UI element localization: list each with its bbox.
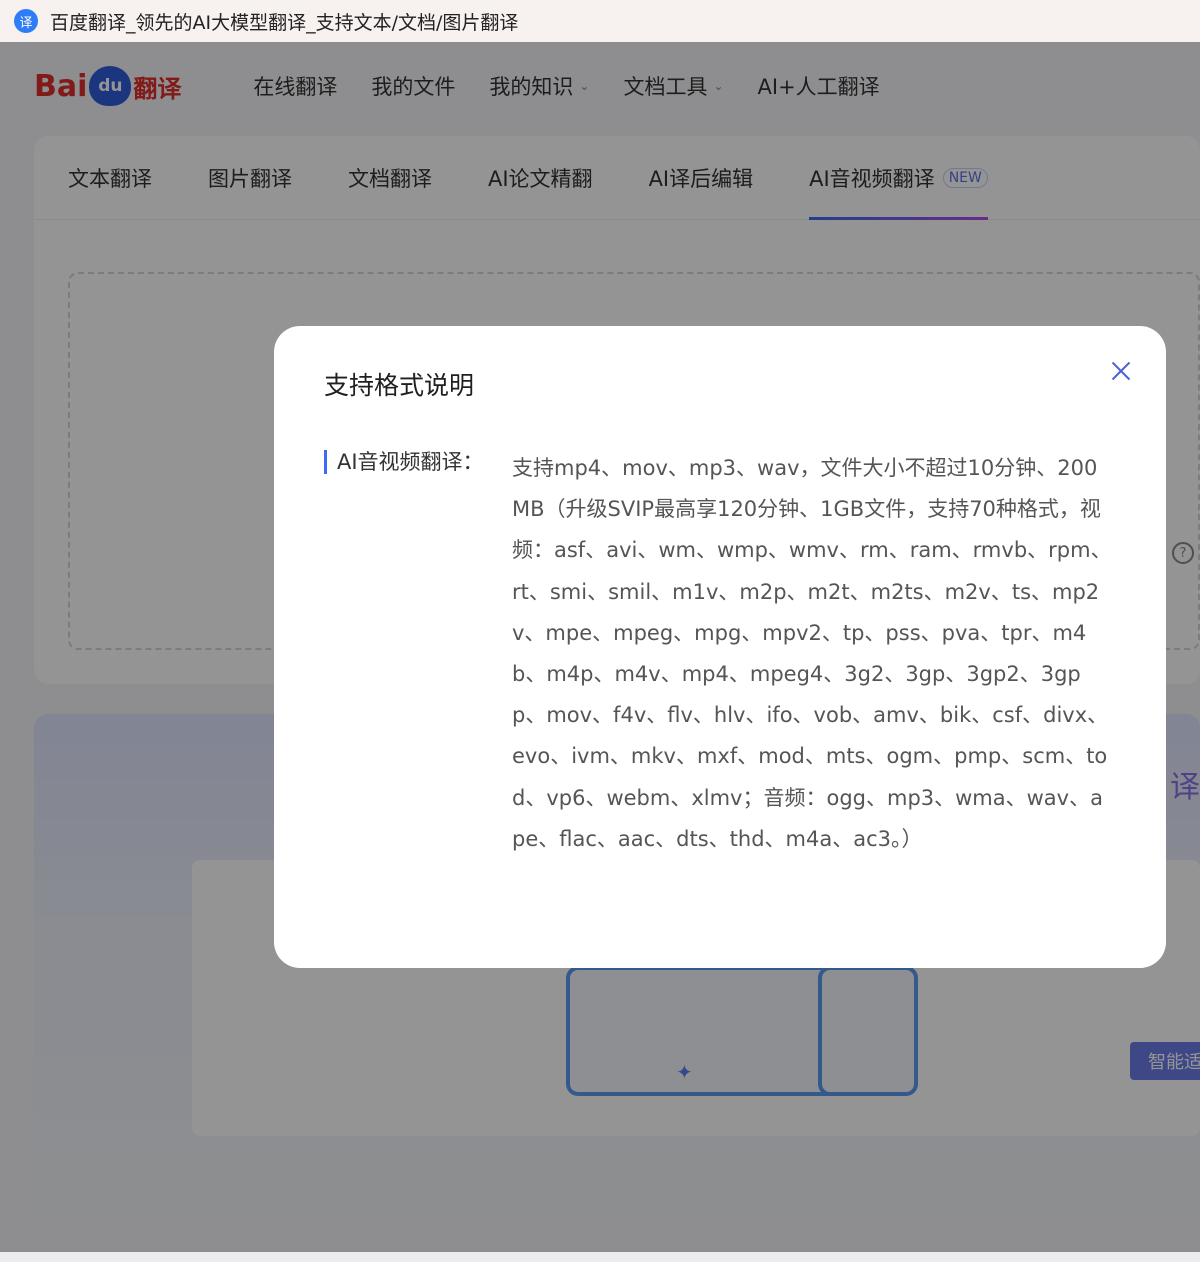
close-icon[interactable] bbox=[1108, 358, 1134, 384]
window-bottom-strip bbox=[0, 1252, 1200, 1262]
window-titlebar: 译 百度翻译_领先的AI大模型翻译_支持文本/文档/图片翻译 bbox=[0, 0, 1200, 42]
translate-app-icon: 译 bbox=[14, 9, 38, 33]
dialog-title: 支持格式说明 bbox=[324, 371, 475, 400]
supported-formats-dialog: 支持格式说明 AI音视频翻译： 支持mp4、mov、mp3、wav，文件大小不超… bbox=[274, 326, 1166, 968]
format-category-label: AI音视频翻译： bbox=[324, 450, 484, 474]
format-description: 支持mp4、mov、mp3、wav，文件大小不超过10分钟、200MB（升级SV… bbox=[512, 456, 1112, 851]
window-title: 百度翻译_领先的AI大模型翻译_支持文本/文档/图片翻译 bbox=[50, 11, 519, 34]
